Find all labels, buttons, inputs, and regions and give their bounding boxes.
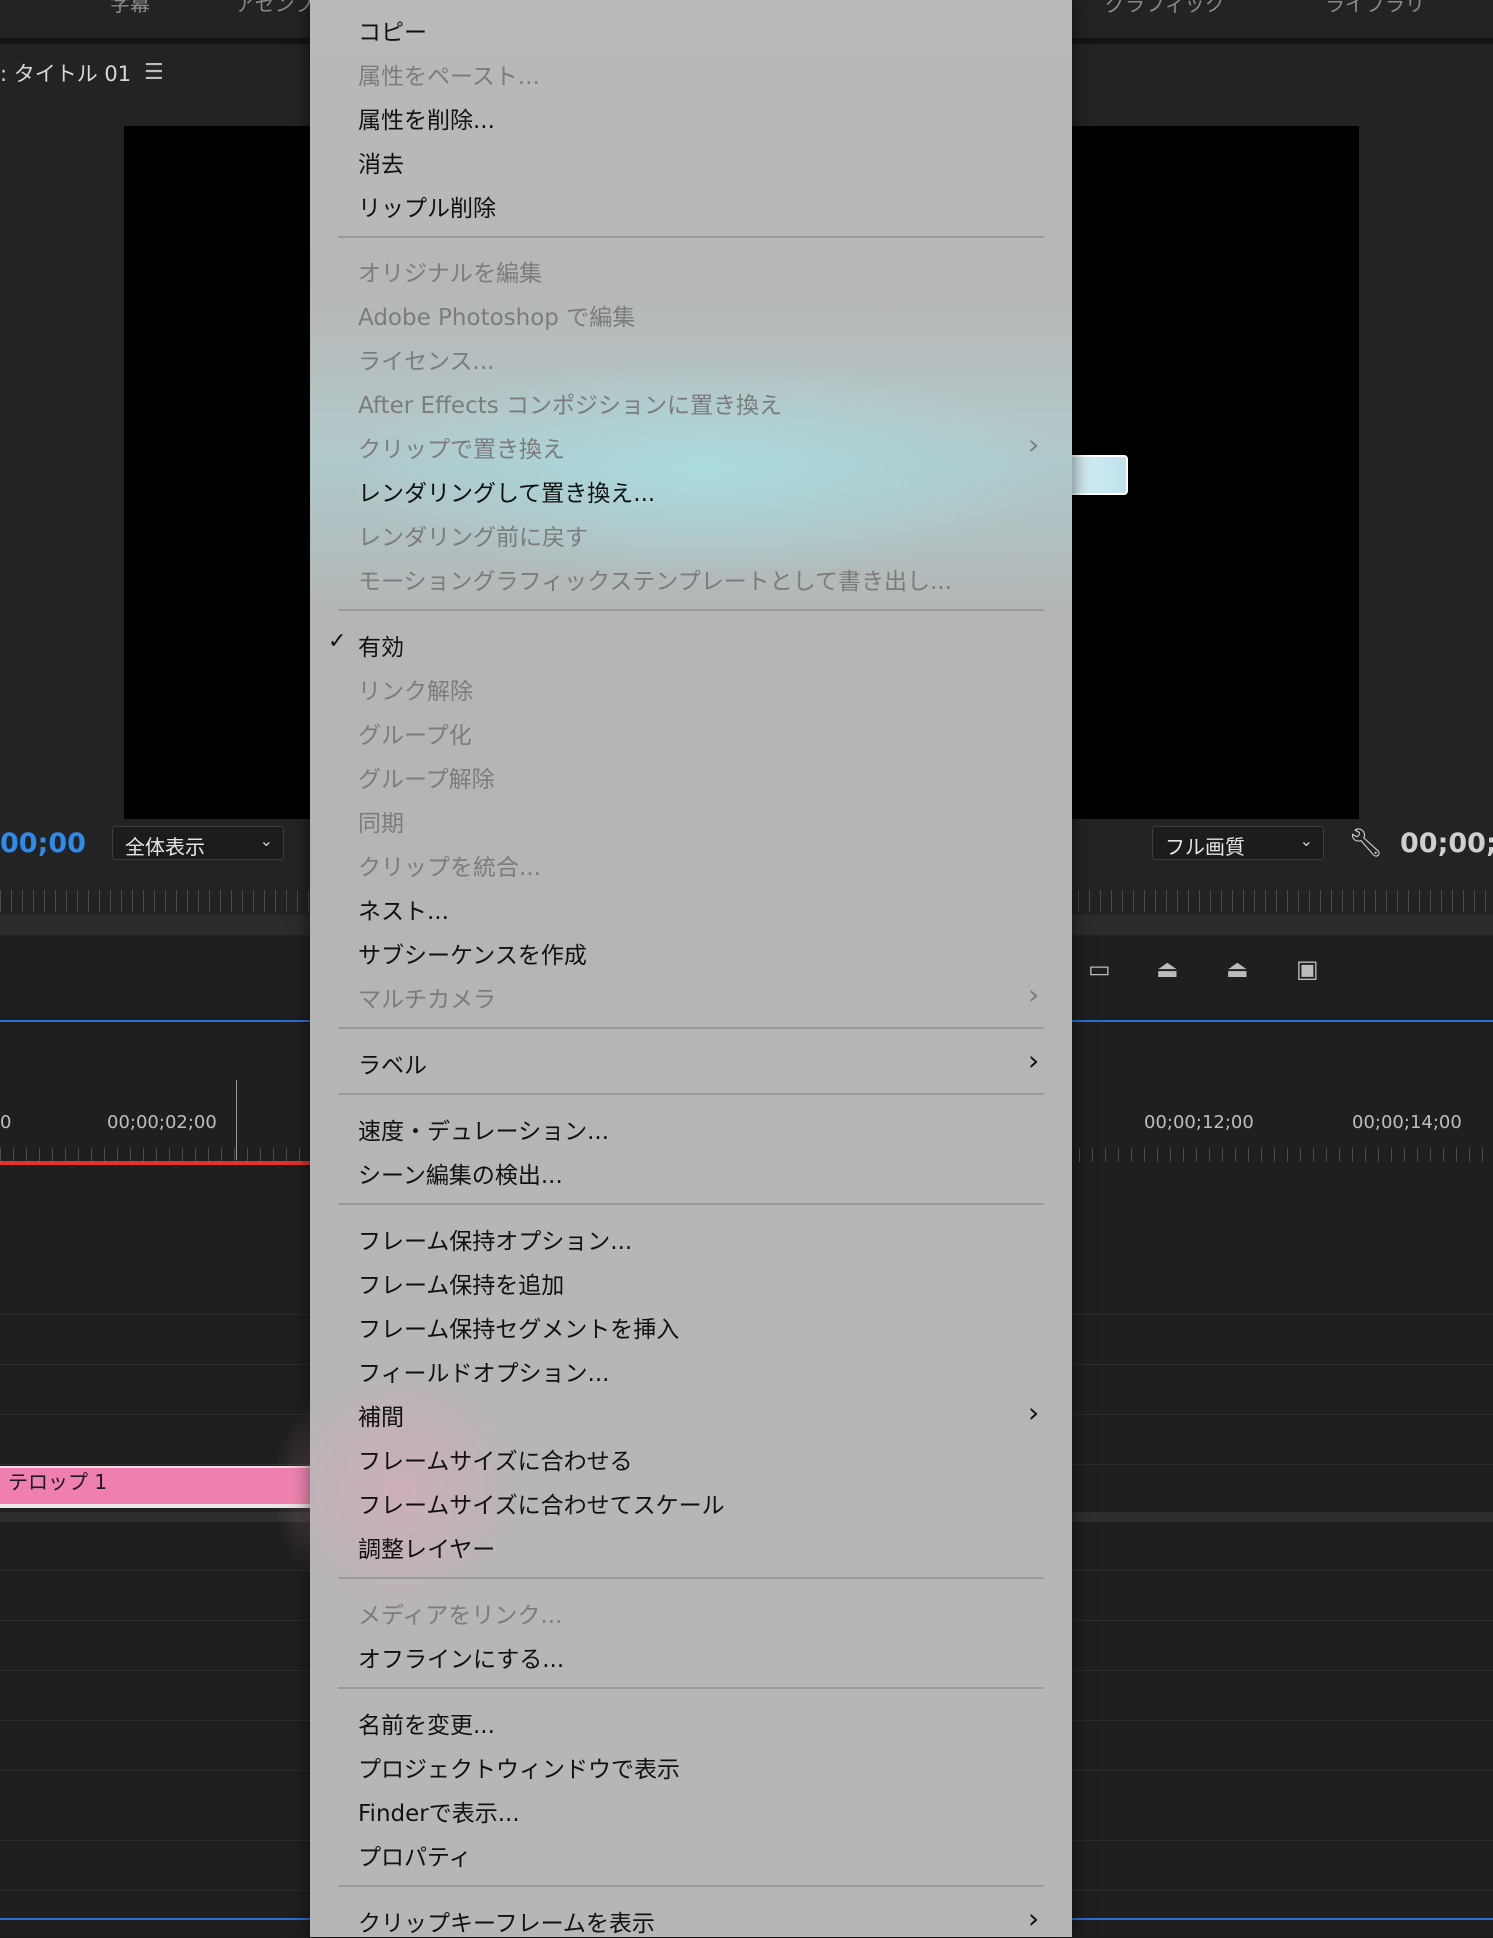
menu-item-make-subsequence[interactable]: サブシーケンスを作成: [358, 936, 587, 970]
menu-item-multi-camera[interactable]: マルチカメラ: [358, 980, 496, 1014]
menu-separator: [338, 1203, 1044, 1205]
button-editor-icon[interactable]: ▭: [1088, 955, 1126, 987]
menu-item-scene-edit-detection[interactable]: シーン編集の検出...: [358, 1156, 563, 1190]
chevron-right-icon: ›: [1028, 1902, 1040, 1935]
panel-menu-icon[interactable]: ☰: [144, 60, 164, 85]
timeline-time-label: 00;00;14;00: [1352, 1112, 1462, 1133]
menu-item-ripple-delete[interactable]: リップル削除: [358, 189, 496, 223]
menu-item-edit-original[interactable]: オリジナルを編集: [358, 254, 542, 288]
menu-item-render-and-replace[interactable]: レンダリングして置き換え...: [358, 474, 655, 508]
menu-item-set-to-frame-size[interactable]: フレームサイズに合わせる: [358, 1442, 633, 1476]
playhead[interactable]: [236, 1080, 237, 1160]
menu-item-export-mogrt[interactable]: モーショングラフィックステンプレートとして書き出し...: [358, 562, 952, 596]
menu-item-restore-unrendered[interactable]: レンダリング前に戻す: [358, 518, 588, 552]
menu-item-show-clip-keyframes[interactable]: クリップキーフレームを表示: [358, 1904, 655, 1938]
menu-item-merge-clips[interactable]: クリップを統合...: [358, 848, 541, 882]
menu-item-link-media[interactable]: メディアをリンク...: [358, 1596, 562, 1630]
zoom-level-value: 全体表示: [125, 835, 205, 859]
menu-item-reveal-in-finder[interactable]: Finderで表示...: [358, 1794, 520, 1828]
menu-item-clear[interactable]: 消去: [358, 145, 404, 179]
menu-item-copy[interactable]: コピー: [358, 13, 427, 47]
menu-item-properties[interactable]: プロパティ: [358, 1838, 472, 1872]
menu-item-edit-in-photoshop[interactable]: Adobe Photoshop で編集: [358, 298, 635, 332]
zoom-level-select[interactable]: 全体表示 ⌄: [112, 826, 284, 860]
playhead-timecode[interactable]: 00;00: [0, 828, 86, 859]
menu-item-enable[interactable]: 有効: [358, 628, 404, 662]
extract-icon[interactable]: ⏏: [1226, 955, 1264, 987]
menu-item-scale-to-frame-size[interactable]: フレームサイズに合わせてスケール: [358, 1486, 725, 1520]
panel-title: : タイトル 01: [0, 62, 132, 86]
menu-item-unlink[interactable]: リンク解除: [358, 672, 473, 706]
checkmark-icon: ✓: [328, 629, 347, 654]
menu-item-label[interactable]: ラベル: [358, 1046, 427, 1080]
timeline-time-label: 0: [0, 1112, 12, 1133]
menu-separator: [338, 1885, 1044, 1887]
menu-item-license[interactable]: ライセンス...: [358, 342, 494, 376]
timeline-time-label: 00;00;02;00: [107, 1112, 217, 1133]
menu-item-make-offline[interactable]: オフラインにする...: [358, 1640, 564, 1674]
menu-item-remove-attributes[interactable]: 属性を削除...: [358, 101, 495, 135]
menu-separator: [338, 1577, 1044, 1579]
menu-item-replace-with-clip[interactable]: クリップで置き換え: [358, 430, 565, 464]
render-status-bar: [0, 1161, 320, 1165]
playback-resolution-select[interactable]: フル画質 ⌄: [1152, 826, 1324, 860]
workspace-tab[interactable]: 字幕: [110, 0, 150, 17]
workspace-tab[interactable]: ライブラリ: [1325, 0, 1425, 17]
menu-separator: [338, 1027, 1044, 1029]
menu-item-add-frame-hold[interactable]: フレーム保持を追加: [358, 1266, 564, 1300]
menu-separator: [338, 609, 1044, 611]
export-frame-icon[interactable]: ▣: [1296, 955, 1334, 987]
menu-item-paste-attributes[interactable]: 属性をペースト...: [358, 57, 540, 91]
menu-item-speed-duration[interactable]: 速度・デュレーション...: [358, 1112, 609, 1146]
chevron-right-icon: ›: [1028, 1044, 1040, 1077]
playback-resolution-value: フル画質: [1165, 835, 1245, 859]
chevron-right-icon: ›: [1028, 1396, 1040, 1429]
menu-item-ungroup[interactable]: グループ解除: [358, 760, 495, 794]
menu-item-field-options[interactable]: フィールドオプション...: [358, 1354, 609, 1388]
menu-item-adjustment-layer[interactable]: 調整レイヤー: [358, 1530, 495, 1564]
wrench-icon[interactable]: 🔧︎: [1348, 826, 1384, 859]
menu-separator: [338, 1687, 1044, 1689]
menu-separator: [338, 1093, 1044, 1095]
menu-item-rename[interactable]: 名前を変更...: [358, 1706, 495, 1740]
menu-item-nest[interactable]: ネスト...: [358, 892, 449, 926]
chevron-down-icon: ⌄: [1299, 831, 1313, 850]
menu-item-time-interpolation[interactable]: 補間: [358, 1398, 404, 1432]
duration-timecode: 00;00;0: [1400, 828, 1493, 859]
menu-item-group[interactable]: グループ化: [358, 716, 472, 750]
chevron-down-icon: ⌄: [259, 831, 273, 850]
clip-context-menu: コピー 属性をペースト... 属性を削除... 消去 リップル削除 オリジナルを…: [270, 0, 1072, 1938]
chevron-right-icon: ›: [1028, 978, 1040, 1011]
menu-item-reveal-in-project[interactable]: プロジェクトウィンドウで表示: [358, 1750, 680, 1784]
chevron-right-icon: ›: [1028, 428, 1040, 461]
lift-icon[interactable]: ⏏: [1156, 955, 1194, 987]
menu-separator: [338, 236, 1044, 238]
menu-item-frame-hold-options[interactable]: フレーム保持オプション...: [358, 1222, 632, 1256]
menu-item-synchronize[interactable]: 同期: [358, 804, 404, 838]
workspace-tab[interactable]: グラフィック: [1105, 0, 1225, 17]
menu-item-insert-frame-hold-segment[interactable]: フレーム保持セグメントを挿入: [358, 1310, 679, 1344]
clip-label: テロップ 1: [8, 1470, 108, 1494]
timeline-time-label: 00;00;12;00: [1144, 1112, 1254, 1133]
menu-item-replace-with-ae-comp[interactable]: After Effects コンポジションに置き換え: [358, 386, 782, 420]
